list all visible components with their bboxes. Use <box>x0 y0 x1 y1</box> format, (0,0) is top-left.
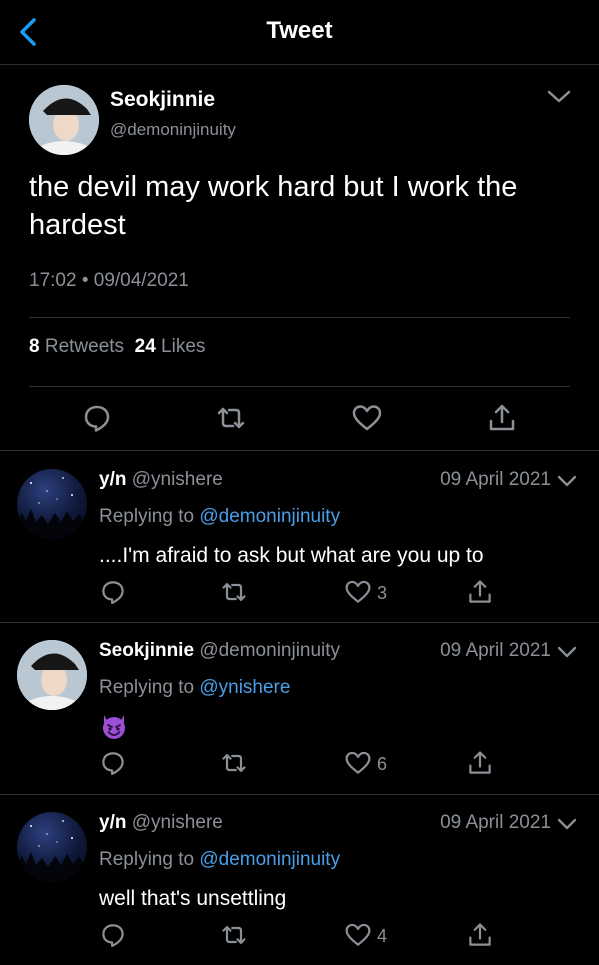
retweets-label[interactable]: Retweets <box>45 336 124 357</box>
reply-author[interactable]: y/n @ynishere <box>99 812 223 834</box>
chevron-down-icon[interactable] <box>556 816 578 832</box>
reply-action-bar: 6 <box>0 749 599 783</box>
tweet-stats: 8 Retweets 24 Likes <box>29 336 205 358</box>
reply-date: 09 April 2021 <box>440 469 551 490</box>
likes-count[interactable]: 24 <box>135 336 156 357</box>
share-icon[interactable] <box>466 578 494 606</box>
replying-to-link[interactable]: @demoninjinuity <box>199 849 340 870</box>
retweets-count[interactable]: 8 <box>29 336 40 357</box>
divider <box>29 386 570 387</box>
reply-date: 09 April 2021 <box>440 640 551 661</box>
share-icon[interactable] <box>486 402 518 434</box>
author-name[interactable]: Seokjinnie <box>110 88 215 112</box>
reply-author[interactable]: y/n @ynishere <box>99 469 223 491</box>
tweet-text: the devil may work hard but I work the h… <box>29 171 518 241</box>
top-bar: Tweet <box>0 0 599 65</box>
reply-icon[interactable] <box>99 578 127 606</box>
reply-author-name[interactable]: Seokjinnie <box>99 640 194 661</box>
avatar[interactable] <box>17 640 87 710</box>
tweet-timestamp: 17:02 • 09/04/2021 <box>29 270 189 291</box>
chevron-down-icon[interactable] <box>556 644 578 660</box>
replying-to-link[interactable]: @demoninjinuity <box>199 506 340 527</box>
avatar[interactable] <box>29 85 99 155</box>
heart-icon[interactable] <box>344 578 372 606</box>
like-count: 4 <box>377 926 388 946</box>
reply-tweet[interactable]: Seokjinnie @demoninjinuity 09 April 2021… <box>0 623 599 793</box>
heart-icon[interactable] <box>344 749 372 777</box>
reply-author[interactable]: Seokjinnie @demoninjinuity <box>99 640 340 662</box>
replying-to-link[interactable]: @ynishere <box>199 677 290 698</box>
reply-tweet[interactable]: y/n @ynishere 09 April 2021 Replying to … <box>0 795 599 965</box>
retweet-icon[interactable] <box>220 578 248 606</box>
reply-action-bar: 3 <box>0 578 599 612</box>
retweet-icon[interactable] <box>215 402 247 434</box>
replying-label: Replying to <box>99 849 195 870</box>
share-icon[interactable] <box>466 921 494 949</box>
smiling-imp-icon <box>103 715 125 739</box>
reply-text: well that's unsettling <box>99 887 287 910</box>
reply-date: 09 April 2021 <box>440 812 551 833</box>
reply-tweet[interactable]: y/n @ynishere 09 April 2021 Replying to … <box>0 452 599 622</box>
replying-to: Replying to @ynishere <box>99 677 290 699</box>
heart-icon[interactable] <box>344 921 372 949</box>
replying-label: Replying to <box>99 506 195 527</box>
chevron-down-icon[interactable] <box>546 88 572 106</box>
reply-action-bar: 4 <box>0 921 599 955</box>
replying-to: Replying to @demoninjinuity <box>99 506 340 528</box>
reply-author-handle[interactable]: @demoninjinuity <box>199 640 340 661</box>
author-handle[interactable]: @demoninjinuity <box>110 120 236 140</box>
like-count: 3 <box>377 583 388 603</box>
avatar[interactable] <box>17 469 87 539</box>
heart-icon[interactable] <box>351 402 383 434</box>
reply-author-handle[interactable]: @ynishere <box>132 812 223 833</box>
retweet-icon[interactable] <box>220 921 248 949</box>
replying-to: Replying to @demoninjinuity <box>99 849 340 871</box>
reply-icon[interactable] <box>81 402 113 434</box>
reply-author-handle[interactable]: @ynishere <box>132 469 223 490</box>
divider <box>29 317 570 318</box>
retweet-icon[interactable] <box>220 749 248 777</box>
separator <box>0 450 599 451</box>
reply-icon[interactable] <box>99 749 127 777</box>
tweet-action-bar <box>0 402 599 442</box>
reply-author-name[interactable]: y/n <box>99 469 126 490</box>
avatar[interactable] <box>17 812 87 882</box>
page-title: Tweet <box>266 17 333 44</box>
reply-author-name[interactable]: y/n <box>99 812 126 833</box>
likes-label[interactable]: Likes <box>161 336 205 357</box>
reply-text: ....I'm afraid to ask but what are you u… <box>99 544 484 567</box>
chevron-down-icon[interactable] <box>556 473 578 489</box>
reply-icon[interactable] <box>99 921 127 949</box>
replying-label: Replying to <box>99 677 195 698</box>
like-count: 6 <box>377 754 388 774</box>
share-icon[interactable] <box>466 749 494 777</box>
